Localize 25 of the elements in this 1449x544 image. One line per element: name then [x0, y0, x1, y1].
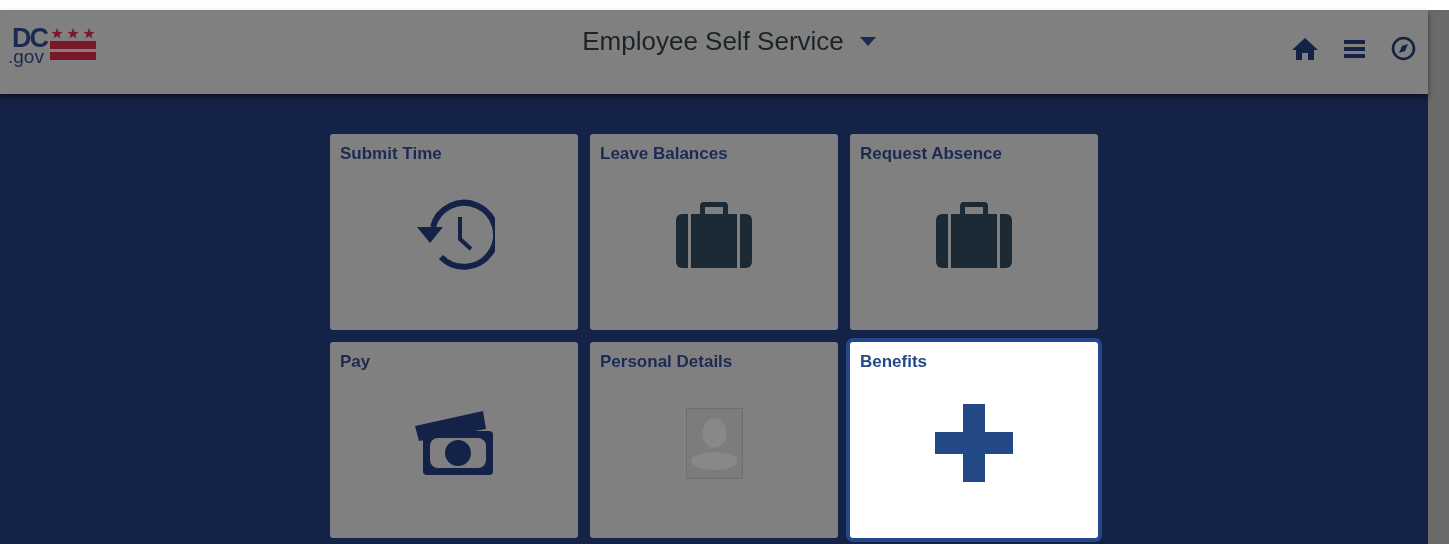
app-tile[interactable]: Leave Balances	[590, 134, 838, 330]
app-tile[interactable]: Submit Time	[330, 134, 578, 330]
logo-domain: .gov	[8, 49, 44, 65]
app-tile[interactable]: Pay	[330, 342, 578, 538]
tile-title: Request Absence	[860, 144, 1004, 164]
tile-title: Pay	[340, 352, 372, 372]
banknotes-icon	[415, 411, 493, 475]
menu-icon[interactable]	[1344, 39, 1365, 58]
scrollbar[interactable]	[1428, 10, 1449, 544]
tile-title: Submit Time	[340, 144, 443, 164]
logo-text: DC	[12, 27, 47, 49]
tile-title: Personal Details	[600, 352, 734, 372]
caret-icon	[859, 37, 876, 46]
avatar-placeholder-icon	[685, 407, 743, 479]
flag-icon	[50, 28, 96, 60]
tile-title: Benefits	[860, 352, 929, 372]
app-title-dropdown[interactable]: Employee Self Service	[578, 26, 880, 57]
tile-title: Leave Balances	[600, 144, 729, 164]
app-tile[interactable]: Request Absence	[850, 134, 1098, 330]
compass-icon[interactable]	[1391, 36, 1416, 61]
home-icon[interactable]	[1292, 37, 1318, 60]
briefcase-icon	[676, 202, 752, 268]
plus-icon	[935, 404, 1013, 482]
briefcase-icon	[936, 202, 1012, 268]
app-tile[interactable]: Personal Details	[590, 342, 838, 538]
